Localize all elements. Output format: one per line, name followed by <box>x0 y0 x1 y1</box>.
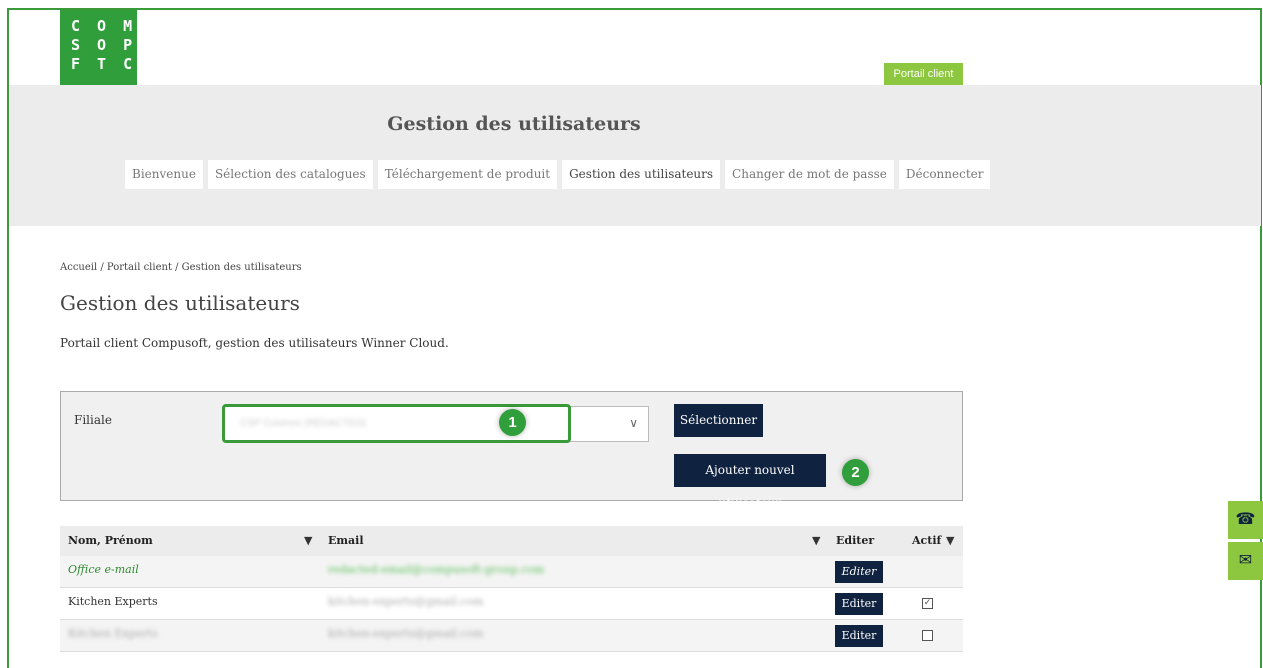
nav-item-catalogues[interactable]: Sélection des catalogues <box>207 160 373 189</box>
callout-badge-2: 2 <box>842 459 869 486</box>
main-nav: Bienvenue Sélection des catalogues Téléc… <box>125 160 991 189</box>
phone-icon[interactable]: ☎ <box>1228 501 1263 539</box>
row-name: Office e-mail <box>68 563 139 576</box>
header-band: Gestion des utilisateurs Bienvenue Sélec… <box>9 85 1261 226</box>
mail-icon[interactable]: ✉ <box>1228 542 1263 580</box>
table-row: Office e-mail redacted-email@compusoft-g… <box>60 556 963 588</box>
logo-line-2: S O P <box>71 36 137 54</box>
logo-line-3: F T C <box>71 55 137 73</box>
header-edit: Editer <box>836 534 875 547</box>
nav-item-telechargement[interactable]: Téléchargement de produit <box>377 160 558 189</box>
callout-badge-1: 1 <box>499 409 526 436</box>
add-user-button[interactable]: Ajouter nouvel utilisateur <box>674 454 826 510</box>
intro-text: Portail client Compusoft, gestion des ut… <box>60 336 449 350</box>
nav-item-bienvenue[interactable]: Bienvenue <box>125 160 203 189</box>
table-row: Kitchen Experts kitchen-experts@gmail.co… <box>60 620 963 652</box>
row-email: kitchen-experts@gmail.com <box>328 595 484 608</box>
row-email: redacted-email@compusoft-group.com <box>328 563 545 576</box>
row-name: Kitchen Experts <box>68 627 158 640</box>
filter-icon[interactable]: ▼ <box>946 526 954 556</box>
edit-button[interactable]: Editer <box>835 625 883 647</box>
nav-item-changer-mot-de-passe[interactable]: Changer de mot de passe <box>725 160 894 189</box>
users-table: Nom, Prénom ▼ Email ▼ Editer Actif ▼ Off… <box>60 526 963 652</box>
nav-item-gestion-utilisateurs[interactable]: Gestion des utilisateurs <box>562 160 721 189</box>
filter-panel: Filiale CSP Cuisines (REDACTED) ∨ 1 Séle… <box>60 391 963 510</box>
breadcrumb[interactable]: Accueil / Portail client / Gestion des u… <box>60 262 302 273</box>
table-row: Kitchen Experts kitchen-experts@gmail.co… <box>60 588 963 620</box>
filter-icon[interactable]: ▼ <box>812 526 820 556</box>
table-header: Nom, Prénom ▼ Email ▼ Editer Actif ▼ <box>60 526 963 556</box>
header-active[interactable]: Actif <box>912 526 941 556</box>
header-name[interactable]: Nom, Prénom <box>68 526 153 556</box>
header-email[interactable]: Email <box>328 526 364 556</box>
edit-button[interactable]: Editer <box>835 593 883 615</box>
active-checkbox[interactable] <box>922 630 933 641</box>
logo-line-1: C O M <box>71 17 137 35</box>
compusoft-logo[interactable]: C O M S O P F T C <box>60 10 137 85</box>
header-title: Gestion des utilisateurs <box>387 113 641 135</box>
page-title: Gestion des utilisateurs <box>60 291 300 315</box>
select-button[interactable]: Sélectionner <box>674 404 763 437</box>
row-email: kitchen-experts@gmail.com <box>328 627 484 640</box>
edit-button[interactable]: Editer <box>835 561 883 583</box>
filter-icon[interactable]: ▼ <box>304 526 312 556</box>
portal-client-tag[interactable]: Portail client <box>884 63 963 85</box>
nav-item-deconnecter[interactable]: Déconnecter <box>898 160 991 189</box>
row-name: Kitchen Experts <box>68 595 158 608</box>
filiale-label: Filiale <box>74 413 112 427</box>
active-checkbox[interactable]: ✓ <box>922 598 933 609</box>
chevron-down-icon[interactable]: ∨ <box>629 416 638 430</box>
